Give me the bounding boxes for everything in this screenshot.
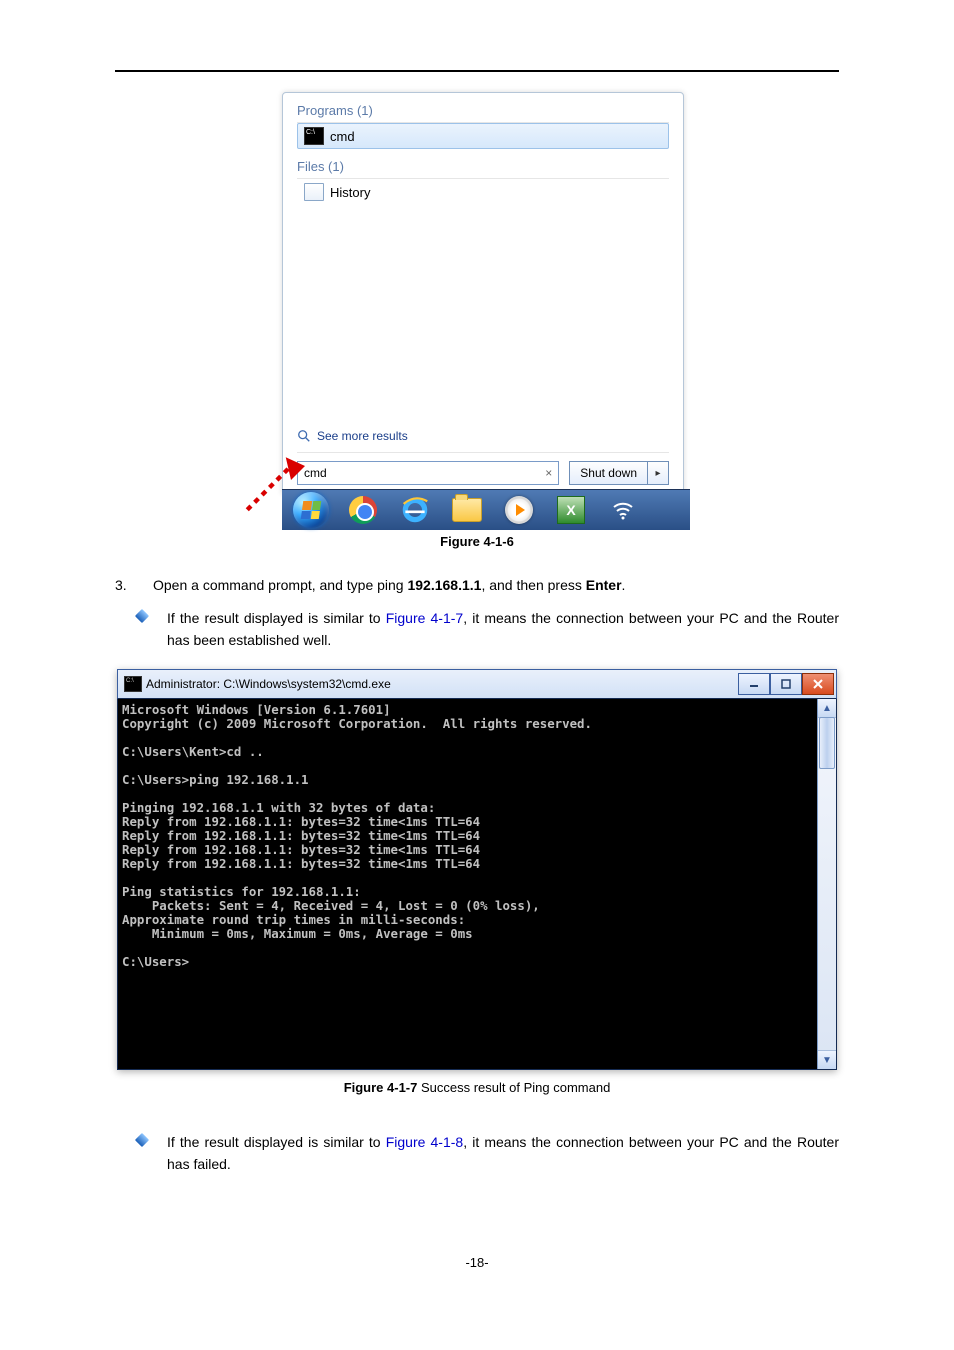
close-icon: [813, 679, 823, 689]
taskbar-explorer-button[interactable]: [442, 493, 492, 527]
clear-search-icon[interactable]: ×: [545, 466, 552, 480]
cmd-output: Microsoft Windows [Version 6.1.7601] Cop…: [118, 699, 817, 1069]
start-menu-panel: Programs (1) cmd Files (1) History: [282, 92, 684, 494]
callout-arrow-icon: [242, 445, 312, 515]
figure-4-1-7-caption: Figure 4-1-7 Success result of Ping comm…: [60, 1080, 894, 1095]
minimize-button[interactable]: [738, 673, 770, 695]
programs-item-label: cmd: [330, 129, 355, 144]
programs-item-cmd[interactable]: cmd: [297, 123, 669, 149]
close-button[interactable]: [802, 673, 834, 695]
bullet-failure: If the result displayed is similar to Fi…: [115, 1131, 839, 1175]
scroll-up-icon[interactable]: ▲: [818, 699, 836, 718]
diamond-bullet-icon: [135, 1133, 149, 1147]
start-menu-search-input[interactable]: cmd ×: [297, 461, 559, 485]
figure-4-1-8-link[interactable]: Figure 4-1-8: [386, 1134, 464, 1150]
excel-icon: X: [557, 496, 585, 524]
figure-4-1-7: Administrator: C:\Windows\system32\cmd.e…: [117, 669, 837, 1070]
files-group-label: Files (1): [283, 149, 683, 178]
media-player-icon: [505, 496, 533, 524]
taskbar-media-player-button[interactable]: [494, 493, 544, 527]
scroll-down-icon[interactable]: ▼: [818, 1050, 836, 1069]
programs-group-label: Programs (1): [283, 93, 683, 122]
bullet-success: If the result displayed is similar to Fi…: [115, 607, 839, 651]
chrome-icon: [349, 496, 377, 524]
taskbar-network-button[interactable]: [598, 493, 648, 527]
folder-icon: [452, 498, 482, 522]
figure-4-1-7-link[interactable]: Figure 4-1-7: [386, 610, 464, 626]
page-number: -18-: [60, 1255, 894, 1270]
taskbar-chrome-button[interactable]: [338, 493, 388, 527]
internet-explorer-icon: [401, 496, 429, 524]
minimize-icon: [749, 679, 759, 689]
files-item-label: History: [330, 185, 370, 200]
taskbar: X: [282, 489, 690, 530]
maximize-icon: [781, 679, 791, 689]
search-value: cmd: [304, 466, 545, 480]
search-icon: [297, 429, 311, 443]
bullet-text: If the result displayed is similar to Fi…: [167, 1131, 839, 1175]
cmd-scrollbar[interactable]: ▲ ▼: [817, 699, 836, 1069]
taskbar-excel-button[interactable]: X: [546, 493, 596, 527]
step-text: Open a command prompt, and type ping 192…: [153, 577, 625, 593]
shutdown-label: Shut down: [580, 466, 637, 480]
chevron-right-icon: ▸: [655, 468, 660, 479]
wifi-icon: [611, 498, 635, 522]
step-number: 3.: [115, 577, 129, 593]
shutdown-button[interactable]: Shut down: [569, 461, 647, 485]
scroll-thumb[interactable]: [819, 717, 835, 769]
bullet-text: If the result displayed is similar to Fi…: [167, 607, 839, 651]
cmd-titlebar: Administrator: C:\Windows\system32\cmd.e…: [117, 669, 837, 699]
see-more-results-link[interactable]: See more results: [297, 429, 408, 443]
maximize-button[interactable]: [770, 673, 802, 695]
cmd-title-text: Administrator: C:\Windows\system32\cmd.e…: [142, 677, 738, 691]
step-3: 3. Open a command prompt, and type ping …: [115, 577, 839, 593]
diamond-bullet-icon: [135, 609, 149, 623]
files-item-history[interactable]: History: [297, 179, 669, 205]
figure-4-1-6: Programs (1) cmd Files (1) History: [262, 92, 692, 530]
shutdown-menu-arrow[interactable]: ▸: [647, 461, 669, 485]
cmd-icon: [124, 676, 142, 692]
file-icon: [304, 183, 324, 201]
taskbar-ie-button[interactable]: [390, 493, 440, 527]
figure-4-1-6-caption: Figure 4-1-6: [60, 534, 894, 549]
page-top-rule: [115, 70, 839, 72]
cmd-icon: [304, 127, 324, 145]
see-more-results-label: See more results: [317, 429, 408, 443]
